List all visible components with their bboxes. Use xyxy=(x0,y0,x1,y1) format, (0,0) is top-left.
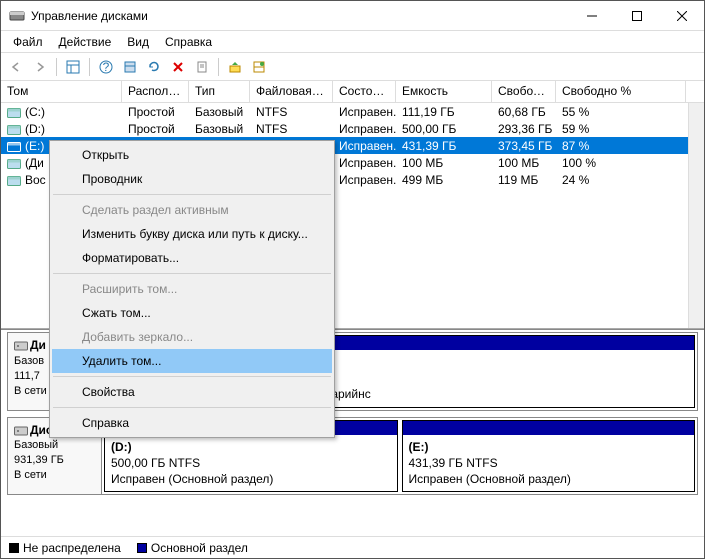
forward-button[interactable] xyxy=(29,56,51,78)
context-separator xyxy=(53,273,331,274)
col-fs[interactable]: Файловая с... xyxy=(250,81,333,102)
context-item[interactable]: Изменить букву диска или путь к диску... xyxy=(52,222,332,246)
window-title: Управление дисками xyxy=(31,9,569,23)
legend-swatch-primary xyxy=(137,543,147,553)
menu-action[interactable]: Действие xyxy=(51,33,120,51)
context-item[interactable]: Проводник xyxy=(52,167,332,191)
window-controls xyxy=(569,1,704,30)
col-capacity[interactable]: Емкость xyxy=(396,81,492,102)
drive-icon xyxy=(7,158,21,168)
menu-file[interactable]: Файл xyxy=(5,33,51,51)
col-free[interactable]: Свобод... xyxy=(492,81,556,102)
volume-row[interactable]: (D:)ПростойБазовыйNTFSИсправен...500,00 … xyxy=(1,120,704,137)
context-separator xyxy=(53,194,331,195)
col-freepct[interactable]: Свободно % xyxy=(556,81,686,102)
list-header: Том Располо... Тип Файловая с... Состоян… xyxy=(1,81,704,103)
col-type[interactable]: Тип xyxy=(189,81,250,102)
context-item[interactable]: Форматировать... xyxy=(52,246,332,270)
drive-icon xyxy=(7,141,21,151)
toolbar-settings-button[interactable] xyxy=(119,56,141,78)
toolbar-view-button[interactable] xyxy=(62,56,84,78)
maximize-button[interactable] xyxy=(614,1,659,30)
legend-primary: Основной раздел xyxy=(137,541,248,555)
titlebar: Управление дисками xyxy=(1,1,704,31)
context-item: Сделать раздел активным xyxy=(52,198,332,222)
minimize-button[interactable] xyxy=(569,1,614,30)
legend-swatch-unallocated xyxy=(9,543,19,553)
context-menu: ОткрытьПроводник Сделать раздел активнымИ… xyxy=(49,140,335,438)
toolbar: ? xyxy=(1,53,704,81)
menu-help[interactable]: Справка xyxy=(157,33,220,51)
toolbar-delete-button[interactable] xyxy=(167,56,189,78)
drive-icon xyxy=(7,175,21,185)
toolbar-action2-button[interactable] xyxy=(248,56,270,78)
disk-icon xyxy=(14,340,28,352)
menu-view[interactable]: Вид xyxy=(119,33,157,51)
close-button[interactable] xyxy=(659,1,704,30)
toolbar-refresh-button[interactable] xyxy=(143,56,165,78)
toolbar-properties-button[interactable] xyxy=(191,56,213,78)
svg-text:?: ? xyxy=(103,60,110,74)
legend-unallocated: Не распределена xyxy=(9,541,121,555)
back-button[interactable] xyxy=(5,56,27,78)
context-item[interactable]: Справка xyxy=(52,411,332,435)
context-item: Добавить зеркало... xyxy=(52,325,332,349)
context-separator xyxy=(53,407,331,408)
drive-icon xyxy=(7,124,21,134)
toolbar-action1-button[interactable] xyxy=(224,56,246,78)
col-layout[interactable]: Располо... xyxy=(122,81,189,102)
menubar: Файл Действие Вид Справка xyxy=(1,31,704,53)
context-item[interactable]: Удалить том... xyxy=(52,349,332,373)
context-separator xyxy=(53,376,331,377)
scrollbar[interactable] xyxy=(688,103,704,328)
app-icon xyxy=(9,8,25,24)
context-item[interactable]: Открыть xyxy=(52,143,332,167)
context-item: Расширить том... xyxy=(52,277,332,301)
partition-box[interactable]: (E:)431,39 ГБ NTFSИсправен (Основной раз… xyxy=(402,420,696,493)
drive-icon xyxy=(7,107,21,117)
legend: Не распределена Основной раздел xyxy=(1,536,704,558)
context-item[interactable]: Свойства xyxy=(52,380,332,404)
toolbar-help-button[interactable]: ? xyxy=(95,56,117,78)
context-item[interactable]: Сжать том... xyxy=(52,301,332,325)
col-volume[interactable]: Том xyxy=(1,81,122,102)
volume-row[interactable]: (C:)ПростойБазовыйNTFSИсправен...111,19 … xyxy=(1,103,704,120)
col-state[interactable]: Состояние xyxy=(333,81,396,102)
disk-icon xyxy=(14,425,28,437)
